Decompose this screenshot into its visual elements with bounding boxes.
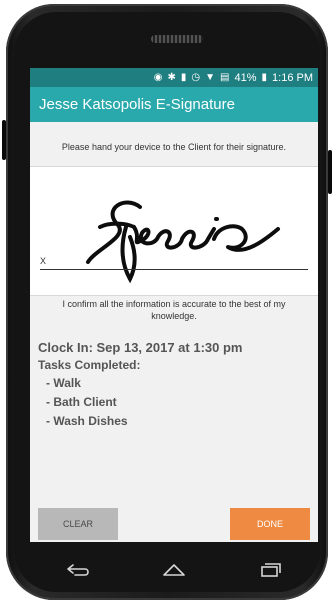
visit-details: Clock In: Sep 13, 2017 at 1:30 pm Tasks …	[38, 340, 310, 433]
bluetooth-icon: ✱	[167, 71, 176, 83]
volume-button	[2, 120, 6, 160]
location-icon: ◉	[153, 71, 163, 83]
confirmation-text: I confirm all the information is accurat…	[62, 299, 286, 321]
power-button	[328, 150, 332, 194]
signature-line	[40, 269, 308, 270]
signature-x-label: X	[40, 256, 47, 266]
speaker-grille	[151, 35, 203, 43]
tasks-title: Tasks Completed:	[38, 358, 141, 372]
signature-drawing	[86, 200, 280, 284]
clock-time: 1:16 PM	[272, 71, 313, 84]
home-icon[interactable]	[154, 558, 194, 582]
wifi-icon: ▼	[205, 71, 216, 83]
system-nav-bar	[30, 550, 318, 590]
alarm-icon: ◷	[191, 71, 201, 83]
recent-apps-icon[interactable]	[250, 558, 290, 582]
status-bar: ◉ ✱ ▮ ◷ ▼ ▤ 41% ▮ 1:16 PM	[30, 68, 318, 87]
instruction-text: Please hand your device to the Client fo…	[61, 142, 287, 152]
page-title: Jesse Katsopolis E-Signature	[39, 96, 235, 113]
task-item: - Wash Dishes	[46, 414, 128, 428]
app-screen: ◉ ✱ ▮ ◷ ▼ ▤ 41% ▮ 1:16 PM Jesse Katsopol…	[30, 68, 318, 542]
app-bar: Jesse Katsopolis E-Signature	[30, 87, 318, 122]
battery-icon: ▮	[261, 71, 268, 83]
task-item: - Bath Client	[46, 395, 117, 409]
signal-icon: ▤	[220, 71, 230, 83]
clock-in-text: Clock In: Sep 13, 2017 at 1:30 pm	[38, 340, 243, 355]
signature-section: X	[30, 166, 318, 358]
signature-pad[interactable]: X	[30, 166, 318, 296]
back-icon[interactable]	[58, 558, 98, 582]
task-item: - Walk	[46, 376, 81, 390]
action-buttons: CLEAR DONE	[38, 508, 310, 540]
clear-button[interactable]: CLEAR	[38, 508, 118, 540]
vibrate-icon: ▮	[180, 71, 187, 83]
done-button[interactable]: DONE	[230, 508, 310, 540]
battery-percent: 41%	[234, 71, 257, 84]
